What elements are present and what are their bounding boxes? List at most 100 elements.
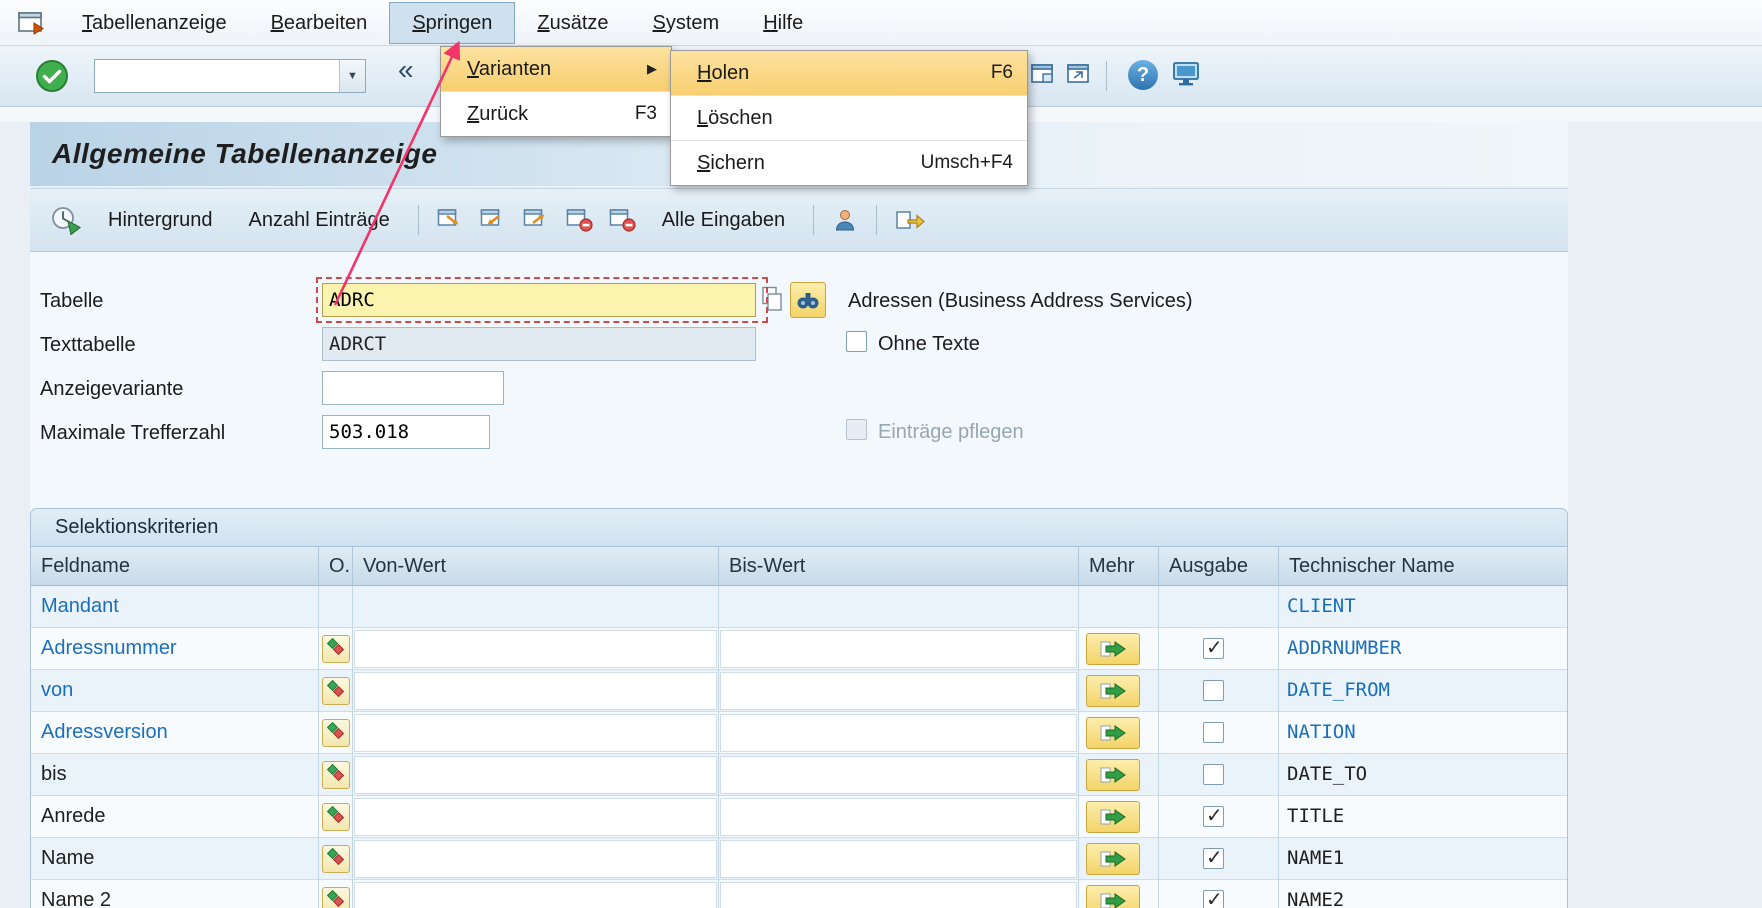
varianten-submenu: HolenF6LöschenSichernUmsch+F4 [670,50,1028,186]
alle-eingaben-button[interactable]: Alle Eingaben [652,205,795,236]
anzeigevariante-label: Anzeigevariante [40,378,183,401]
multiple-selection-button[interactable] [1086,675,1140,707]
menu-hilfe[interactable]: Hilfe [741,1,825,45]
technical-name: NAME1 [1279,838,1567,879]
selection-option-button[interactable] [322,719,350,747]
field-label: Adressversion [31,712,318,753]
collapse-toolbar-icon[interactable]: « [398,54,414,86]
command-dropdown-icon[interactable]: ▼ [339,60,365,92]
field-label: Anrede [31,796,318,837]
menu-zusätze[interactable]: Zusätze [515,1,630,45]
technical-name: DATE_FROM [1279,670,1567,711]
tabelle-label: Tabelle [40,290,103,313]
multiple-selection-button[interactable] [1086,633,1140,665]
technical-name: CLIENT [1279,586,1567,627]
max-trefferzahl-input[interactable] [322,415,490,449]
ohne-texte-checkbox[interactable] [846,331,867,352]
selection-option-button[interactable] [322,635,350,663]
multiple-selection-button[interactable] [1086,801,1140,833]
menu-item-holen[interactable]: HolenF6 [671,51,1027,95]
field-label: Name [31,838,318,879]
clear-selection-icon[interactable] [564,205,595,235]
menu-item-zurück[interactable]: ZurückF3 [441,92,671,136]
select-fields-icon-3[interactable] [521,205,552,235]
command-field[interactable]: ▼ [94,59,366,93]
multiple-selection-button[interactable] [1086,843,1140,875]
output-checkbox[interactable] [1203,638,1224,659]
table-row: Anrede TITLE [31,796,1567,838]
table-row: Adressnummer ADDRNUMBER [31,628,1567,670]
window-icon-a[interactable] [1030,62,1056,88]
new-session-icon[interactable] [1172,61,1200,87]
bis-wert-input[interactable] [720,714,1077,752]
menu-item-löschen[interactable]: Löschen [671,96,1027,140]
column-header: Bis-Wert [719,547,1079,585]
von-wert-input[interactable] [354,630,717,668]
texttabelle-input[interactable] [322,327,756,361]
alle-eingaben-icon[interactable] [607,205,638,235]
output-checkbox[interactable] [1203,848,1224,869]
menu-item-sichern[interactable]: SichernUmsch+F4 [671,141,1027,185]
column-header: O. [319,547,353,585]
column-header: Von-Wert [353,547,719,585]
selection-option-button[interactable] [322,761,350,789]
output-checkbox[interactable] [1203,764,1224,785]
field-label: Mandant [31,586,318,627]
selection-table: FeldnameO.Von-WertBis-WertMehrAusgabeTec… [30,546,1568,908]
window-icon-b[interactable] [1066,62,1092,88]
application-toolbar: Hintergrund Anzahl Einträge Alle Eingabe… [30,188,1568,252]
execute-icon[interactable] [48,203,84,237]
selection-option-button[interactable] [322,803,350,831]
page-title: Allgemeine Tabellenanzeige [52,138,437,170]
select-fields-icon-2[interactable] [478,205,509,235]
von-wert-input[interactable] [354,756,717,794]
bis-wert-input[interactable] [720,756,1077,794]
copy-icon[interactable] [760,285,784,313]
anzeigevariante-input[interactable] [322,371,504,405]
selection-option-button[interactable] [322,845,350,873]
window-menu-icon[interactable] [16,9,46,37]
menu-item-varianten[interactable]: Varianten▶ [441,47,671,91]
bis-wert-input[interactable] [720,840,1077,878]
multiple-selection-button[interactable] [1086,759,1140,791]
anzahl-eintraege-button[interactable]: Anzahl Einträge [239,205,400,236]
help-icon[interactable]: ? [1128,60,1158,90]
von-wert-input[interactable] [354,840,717,878]
selektionskriterien-label: Selektionskriterien [55,516,218,539]
binoculars-icon[interactable] [790,282,826,318]
output-checkbox[interactable] [1203,806,1224,827]
selection-table-body: Mandant CLIENT Adressnummer ADDRNUMBER v… [31,586,1567,908]
selection-option-button[interactable] [322,887,350,908]
hintergrund-button[interactable]: Hintergrund [98,205,223,236]
bis-wert-input[interactable] [720,882,1077,908]
output-checkbox[interactable] [1203,890,1224,908]
technical-name: TITLE [1279,796,1567,837]
user-settings-icon[interactable] [830,205,860,235]
menu-bearbeiten[interactable]: Bearbeiten [249,1,390,45]
field-label: bis [31,754,318,795]
field-label: von [31,670,318,711]
appbar-separator-2 [813,205,814,235]
von-wert-input[interactable] [354,798,717,836]
bis-wert-input[interactable] [720,798,1077,836]
command-input[interactable] [95,60,339,92]
menu-springen[interactable]: Springen [389,2,515,44]
export-icon[interactable] [893,205,927,235]
bis-wert-input[interactable] [720,672,1077,710]
von-wert-input[interactable] [354,714,717,752]
bis-wert-input[interactable] [720,630,1077,668]
tabelle-input[interactable] [322,283,756,317]
enter-button[interactable] [34,58,70,94]
menu-tabellenanzeige[interactable]: Tabellenanzeige [60,1,249,45]
selection-option-button[interactable] [322,677,350,705]
output-checkbox[interactable] [1203,722,1224,743]
multiple-selection-button[interactable] [1086,717,1140,749]
multiple-selection-button[interactable] [1086,885,1140,908]
output-checkbox[interactable] [1203,680,1224,701]
menu-system[interactable]: System [631,1,742,45]
selektionskriterien-tab[interactable]: Selektionskriterien [30,508,1568,546]
von-wert-input[interactable] [354,672,717,710]
table-row: Name 2 NAME2 [31,880,1567,908]
von-wert-input[interactable] [354,882,717,908]
select-fields-icon-1[interactable] [435,205,466,235]
